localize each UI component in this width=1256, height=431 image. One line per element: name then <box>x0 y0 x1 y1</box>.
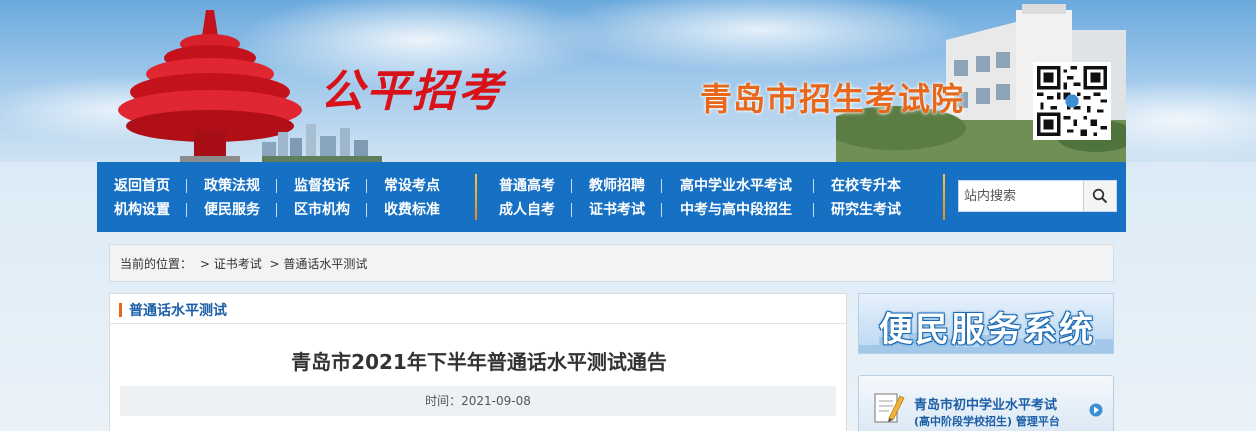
nav-organization[interactable]: 机构设置 <box>114 198 170 222</box>
article-panel: 普通话水平测试 青岛市2021年下半年普通话水平测试通告 时间：2021-09-… <box>109 293 847 431</box>
platform-title: 青岛市初中学业水平考试 <box>914 398 1058 413</box>
nav-divider <box>276 203 277 217</box>
nav-divider <box>571 203 572 217</box>
nav-divider <box>661 179 662 193</box>
nav-service[interactable]: 便民服务 <box>204 198 260 222</box>
nav-group-divider <box>475 174 477 220</box>
nav-adult-exam[interactable]: 成人自考 <box>499 198 555 222</box>
nav-col-1: 返回首页 机构设置 <box>114 174 170 222</box>
site-search <box>958 180 1117 212</box>
nav-certificate-exam[interactable]: 证书考试 <box>589 198 645 222</box>
nav-divider <box>186 203 187 217</box>
exam-platform-link[interactable]: 青岛市初中学业水平考试 (高中阶段学校招生) 管理平台 <box>858 375 1114 431</box>
nav-zhongkao[interactable]: 中考与高中段招生 <box>680 198 792 222</box>
search-input[interactable] <box>959 181 1083 211</box>
nav-col-2: 政策法规 便民服务 <box>204 174 260 222</box>
nav-exam-sites[interactable]: 常设考点 <box>384 174 440 198</box>
slogan-text: 公平招考 <box>320 66 504 117</box>
article-meta: 时间：2021-09-08 <box>120 386 836 416</box>
section-marker <box>119 303 122 317</box>
header-banner: 公平招考 青岛市招生考试院 <box>0 0 1256 162</box>
section-header: 普通话水平测试 <box>110 294 846 324</box>
nav-upgrade[interactable]: 在校专升本 <box>831 174 901 198</box>
breadcrumb-prefix: 当前的位置： <box>120 257 193 271</box>
document-edit-icon <box>873 390 905 428</box>
nav-fees[interactable]: 收费标准 <box>384 198 440 222</box>
city-skyline-icon <box>262 124 382 162</box>
qr-code-icon <box>1033 62 1111 140</box>
nav-divider <box>276 179 277 193</box>
section-title: 普通话水平测试 <box>129 303 227 319</box>
nav-col-8: 在校专升本 研究生考试 <box>831 174 901 222</box>
nav-col-5: 普通高考 成人自考 <box>499 174 555 222</box>
nav-policy[interactable]: 政策法规 <box>204 174 260 198</box>
nav-divider <box>571 179 572 193</box>
service-banner-title: 便民服务系统 <box>879 310 1095 350</box>
breadcrumb: 当前的位置： > 证书考试 > 普通话水平测试 <box>109 244 1114 282</box>
breadcrumb-link-certificate[interactable]: > 证书考试 <box>200 257 262 271</box>
breadcrumb-current[interactable]: > 普通话水平测试 <box>270 257 368 271</box>
arrow-right-icon <box>1089 403 1103 417</box>
nav-divider <box>813 203 814 217</box>
nav-divider <box>661 203 662 217</box>
nav-divider <box>366 179 367 193</box>
platform-subtitle: (高中阶段学校招生) 管理平台 <box>914 415 1060 428</box>
nav-col-7: 高中学业水平考试 中考与高中段招生 <box>680 174 792 222</box>
nav-group-divider <box>943 174 945 220</box>
nav-col-4: 常设考点 收费标准 <box>384 174 440 222</box>
search-icon <box>1092 188 1108 204</box>
nav-complaint[interactable]: 监督投诉 <box>294 174 350 198</box>
nav-col-3: 监督投诉 区市机构 <box>294 174 350 222</box>
nav-academic-level[interactable]: 高中学业水平考试 <box>680 174 792 198</box>
nav-postgraduate[interactable]: 研究生考试 <box>831 198 901 222</box>
main-nav: 返回首页 机构设置 政策法规 便民服务 监督投诉 区市机构 常设考点 收费标准 … <box>97 162 1126 232</box>
nav-gaokao[interactable]: 普通高考 <box>499 174 555 198</box>
nav-divider <box>813 179 814 193</box>
nav-home[interactable]: 返回首页 <box>114 174 170 198</box>
nav-divider <box>366 203 367 217</box>
article-title: 青岛市2021年下半年普通话水平测试通告 <box>291 350 667 374</box>
nav-col-6: 教师招聘 证书考试 <box>589 174 645 222</box>
nav-district[interactable]: 区市机构 <box>294 198 350 222</box>
nav-divider <box>186 179 187 193</box>
institute-name: 青岛市招生考试院 <box>700 80 965 118</box>
service-system-banner[interactable]: 便民服务系统 <box>858 293 1114 354</box>
nav-teacher-recruit[interactable]: 教师招聘 <box>589 174 645 198</box>
search-button[interactable] <box>1083 181 1116 211</box>
